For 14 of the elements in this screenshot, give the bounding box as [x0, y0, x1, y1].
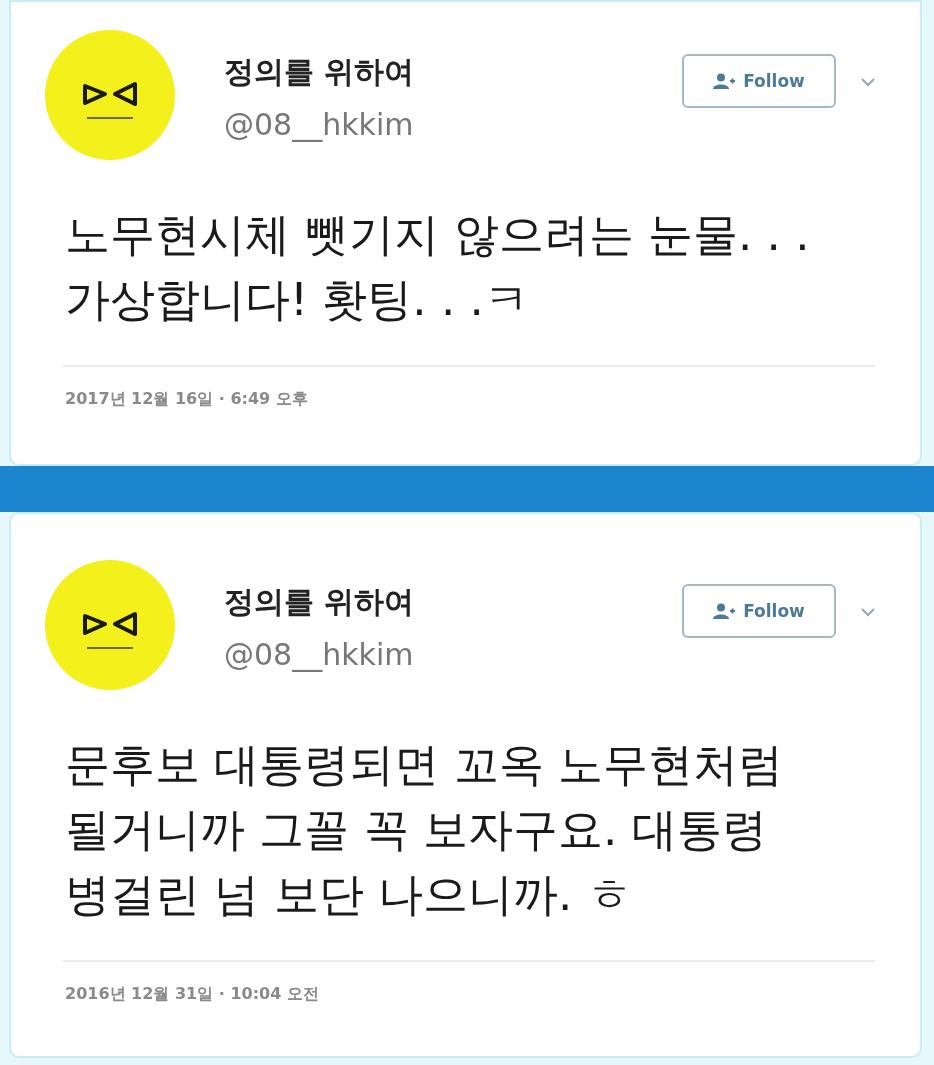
- person-plus-icon: [713, 73, 736, 89]
- follow-button[interactable]: Follow: [682, 54, 836, 108]
- tweet-text: 노무현시체 뺏기지 않으려는 눈물. . . 가상합니다! 홧팅. . .ㅋ: [65, 207, 811, 328]
- tweet-timestamp[interactable]: 2017년 12월 16일 · 6:49 오후: [65, 389, 308, 409]
- person-plus-icon: [713, 603, 736, 619]
- display-name: 정의를 위하여: [224, 583, 415, 621]
- display-name: 정의를 위하여: [224, 53, 415, 91]
- tweet-text: 문후보 대통령되면 꼬옥 노무현처럼 될거니까 그꼴 꼭 보자구요. 대통령 병걸린 넘 보단 나으니까. ㅎ: [65, 737, 784, 923]
- user-handle: @08__hkkim: [224, 636, 415, 674]
- follow-button[interactable]: Follow: [682, 584, 836, 638]
- avatar-icon[interactable]: [45, 560, 175, 690]
- user-handle: @08__hkkim: [224, 106, 415, 144]
- avatar-icon[interactable]: [45, 30, 175, 160]
- tweet-timestamp[interactable]: 2016년 12월 31일 · 10:04 오전: [65, 984, 319, 1004]
